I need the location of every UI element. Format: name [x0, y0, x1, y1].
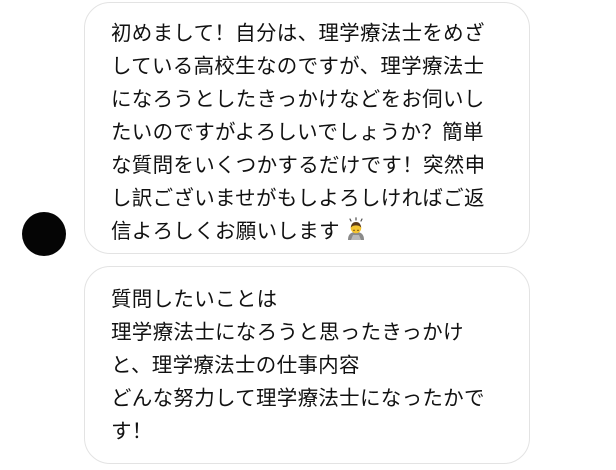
message-line: す！ — [111, 419, 153, 443]
message-line: 質問したいことは — [111, 287, 278, 311]
message-line: な質問をいくつかするだけです！突然申 — [111, 153, 486, 177]
message-line: 理学療法士になろうと思ったきっかけ — [111, 320, 464, 344]
message-line: している高校生なのですが、理学療法士 — [111, 54, 485, 78]
message-line: 初めまして！自分は、理学療法士をめざ — [111, 21, 485, 45]
sender-avatar[interactable] — [22, 212, 66, 256]
message-line: たいのですがよろしいでしょうか？簡単 — [111, 120, 484, 144]
message-text: 初めまして！自分は、理学療法士をめざ している高校生なのですが、理学療法士 にな… — [111, 17, 519, 251]
message-bubble[interactable]: 初めまして！自分は、理学療法士をめざ している高校生なのですが、理学療法士 にな… — [84, 2, 530, 254]
message-line: どんな努力して理学療法士になったかで — [111, 386, 485, 410]
message-text: 質問したいことは 理学療法士になろうと思ったきっかけ と、理学療法士の仕事内容 … — [111, 283, 519, 448]
message-line: し訳ございませがもしよろしければご返 — [111, 186, 485, 210]
message-bubble[interactable]: 質問したいことは 理学療法士になろうと思ったきっかけ と、理学療法士の仕事内容 … — [84, 266, 530, 464]
message-line: になろうとしたきっかけなどをお伺いし — [111, 87, 485, 111]
message-line: 信よろしくお願いします — [111, 219, 340, 243]
bowing-person-emoji-icon — [344, 217, 368, 251]
message-line: と、理学療法士の仕事内容 — [111, 353, 360, 377]
